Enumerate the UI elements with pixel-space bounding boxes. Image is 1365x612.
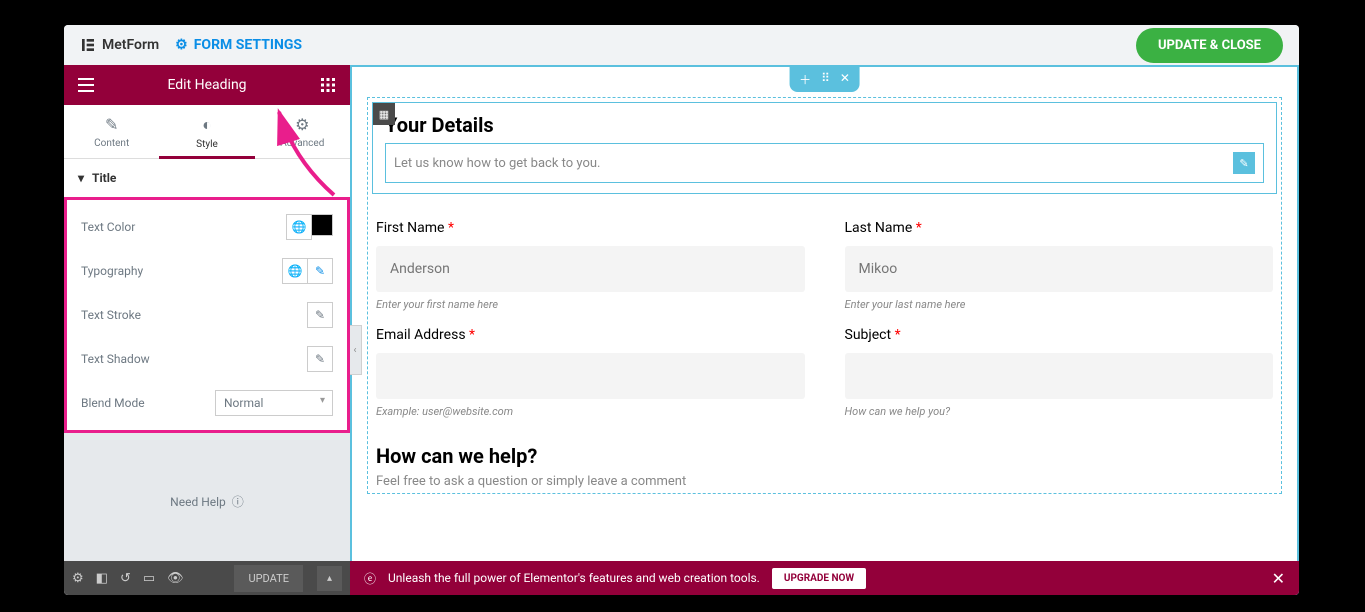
- update-button[interactable]: UPDATE: [234, 565, 302, 592]
- form-settings-link[interactable]: ⚙ FORM SETTINGS: [175, 37, 302, 53]
- style-panel: Text Color 🌐 Typography 🌐 ✎ Text Stroke: [64, 197, 350, 433]
- email-input[interactable]: [376, 353, 805, 399]
- helper-text: How can we help you?: [845, 405, 1274, 418]
- heading-widget[interactable]: ▦ Your Details Let us know how to get ba…: [372, 102, 1277, 194]
- color-swatch[interactable]: [311, 214, 333, 236]
- section2-title: How can we help?: [376, 444, 1273, 468]
- canvas: ‹ ＋ ⠿ ✕ ▦ Your Details Let us know how t…: [350, 65, 1299, 595]
- field-first-name: First Name * Enter your first name here: [376, 220, 805, 311]
- row-text-shadow: Text Shadow ✎: [81, 346, 333, 372]
- close-icon[interactable]: ✕: [840, 71, 850, 88]
- brand-text: MetForm: [102, 37, 159, 53]
- row-text-stroke: Text Stroke ✎: [81, 302, 333, 328]
- promo-bar: ⓔ Unleash the full power of Elementor's …: [350, 561, 1299, 595]
- last-name-input[interactable]: [845, 246, 1274, 292]
- pencil-icon: ✎: [64, 115, 159, 134]
- section2-sub: Feel free to ask a question or simply le…: [376, 474, 1273, 489]
- elementor-badge-icon: ⓔ: [364, 570, 376, 587]
- section-help: How can we help? Feel free to ask a ques…: [372, 444, 1277, 489]
- brand-logo: MetForm: [80, 37, 159, 53]
- section-toolbar: ＋ ⠿ ✕: [789, 67, 860, 92]
- edit-icon[interactable]: ✎: [307, 302, 333, 328]
- helper-text: Example: user@website.com: [376, 405, 805, 418]
- sidebar-tabs: ✎Content ◐Style ⚙Advanced: [64, 105, 350, 159]
- field-last-name: Last Name * Enter your last name here: [845, 220, 1274, 311]
- first-name-input[interactable]: [376, 246, 805, 292]
- update-close-button[interactable]: UPDATE & CLOSE: [1136, 28, 1283, 63]
- sidebar-header: Edit Heading: [64, 65, 350, 105]
- contrast-icon: ◐: [159, 115, 254, 135]
- elementor-icon: [80, 37, 96, 53]
- preview-icon[interactable]: 👁: [167, 571, 184, 586]
- tab-content[interactable]: ✎Content: [64, 105, 159, 158]
- apps-icon[interactable]: [318, 75, 338, 95]
- collapse-sidebar-button[interactable]: ‹: [350, 325, 362, 375]
- gear-icon: ⚙: [255, 115, 350, 134]
- add-icon[interactable]: ＋: [799, 71, 811, 88]
- globe-icon[interactable]: 🌐: [282, 258, 308, 284]
- upgrade-button[interactable]: UPGRADE NOW: [772, 568, 866, 589]
- settings-icon[interactable]: ⚙: [72, 571, 84, 586]
- sidebar: Edit Heading ✎Content ◐Style ⚙Advanced ▾…: [64, 65, 350, 595]
- section[interactable]: ＋ ⠿ ✕ ▦ Your Details Let us know how to …: [350, 65, 1299, 595]
- grid-icon[interactable]: ⠿: [821, 71, 830, 88]
- helper-text: Enter your last name here: [845, 298, 1274, 311]
- top-header: MetForm ⚙ FORM SETTINGS UPDATE & CLOSE: [64, 25, 1299, 65]
- globe-icon[interactable]: 🌐: [286, 214, 312, 240]
- edit-icon[interactable]: ✎: [307, 346, 333, 372]
- gear-icon: ⚙: [175, 37, 188, 53]
- need-help-link[interactable]: Need Helpⓘ: [64, 493, 350, 510]
- edit-icon[interactable]: ✎: [307, 258, 333, 284]
- history-icon[interactable]: ↺: [120, 571, 131, 586]
- help-icon: ⓘ: [232, 493, 244, 510]
- field-email: Email Address * Example: user@website.co…: [376, 327, 805, 418]
- close-icon[interactable]: ✕: [1272, 569, 1285, 588]
- row-blend-mode: Blend Mode Normal: [81, 390, 333, 416]
- edit-icon[interactable]: ✎: [1233, 152, 1255, 174]
- sidebar-title: Edit Heading: [167, 77, 246, 93]
- heading-subtitle: Let us know how to get back to you. ✎: [385, 143, 1264, 183]
- tab-style[interactable]: ◐Style: [159, 105, 254, 158]
- helper-text: Enter your first name here: [376, 298, 805, 311]
- form-grid: First Name * Enter your first name here …: [372, 220, 1277, 418]
- widget-handle-icon[interactable]: ▦: [373, 103, 395, 125]
- row-typography: Typography 🌐 ✎: [81, 258, 333, 284]
- caret-down-icon: ▾: [78, 171, 84, 185]
- update-options-button[interactable]: ▴: [317, 566, 342, 591]
- tab-advanced[interactable]: ⚙Advanced: [255, 105, 350, 158]
- accordion-title[interactable]: ▾Title: [64, 159, 350, 198]
- field-subject: Subject * How can we help you?: [845, 327, 1274, 418]
- row-text-color: Text Color 🌐: [81, 214, 333, 240]
- editor-modal: MetForm ⚙ FORM SETTINGS UPDATE & CLOSE E…: [64, 25, 1299, 595]
- sidebar-footer: ⚙ ◧ ↺ ▭ 👁 UPDATE ▴: [64, 561, 350, 595]
- promo-text: Unleash the full power of Elementor's fe…: [388, 571, 760, 585]
- subject-input[interactable]: [845, 353, 1274, 399]
- blend-mode-select[interactable]: Normal: [215, 390, 333, 416]
- heading-title: Your Details: [385, 113, 1264, 137]
- menu-icon[interactable]: [76, 75, 96, 95]
- responsive-icon[interactable]: ▭: [143, 571, 155, 586]
- column[interactable]: ▦ Your Details Let us know how to get ba…: [367, 97, 1282, 494]
- navigator-icon[interactable]: ◧: [96, 571, 108, 586]
